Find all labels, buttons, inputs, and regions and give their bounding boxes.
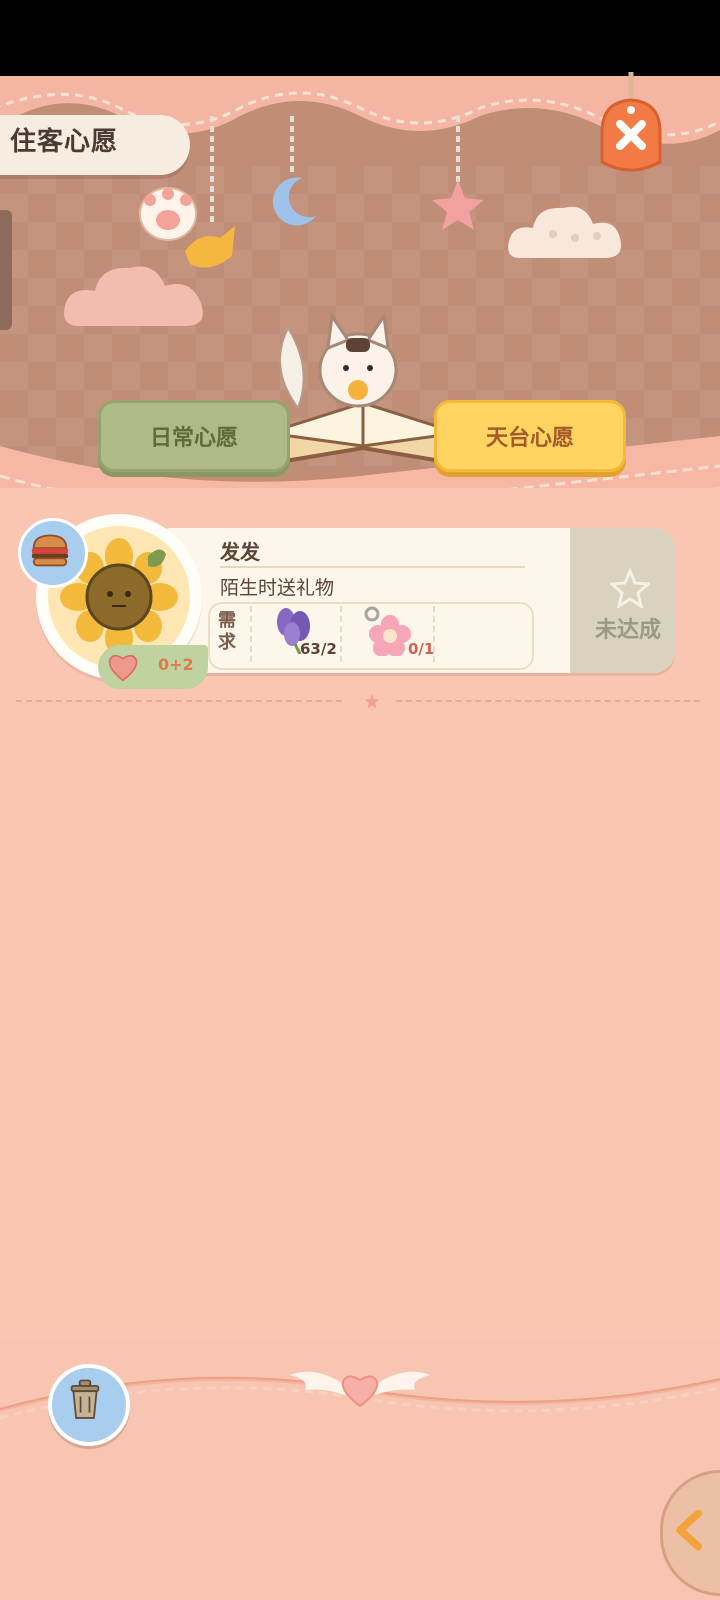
status-label: 未达成 <box>595 618 662 643</box>
heart-icon <box>108 654 138 682</box>
tab-daily-wish[interactable]: 日常心愿 <box>98 400 290 472</box>
wish-description: 陌生时送礼物 <box>220 577 335 599</box>
trash-icon <box>70 1379 100 1419</box>
requirement-label: 需求 <box>218 610 236 653</box>
page-title: 住客心愿 <box>10 127 119 157</box>
paw-decoration <box>139 187 197 241</box>
resident-name: 发发 <box>220 540 260 564</box>
hanging-star <box>432 116 484 230</box>
burger-icon <box>31 534 69 567</box>
divider-star-icon <box>364 693 380 709</box>
side-handle[interactable] <box>0 210 12 330</box>
card-divider <box>220 566 525 568</box>
trash-button[interactable] <box>48 1364 130 1446</box>
list-divider-left <box>16 700 342 702</box>
star-outline-icon <box>610 568 650 608</box>
burger-badge <box>18 518 88 588</box>
close-button[interactable] <box>592 72 670 184</box>
hanging-moon <box>272 116 316 226</box>
requirement-separator <box>340 606 344 662</box>
cloud-right <box>508 206 621 258</box>
flower-keychain-icon <box>364 606 411 656</box>
requirement-separator <box>250 606 254 662</box>
status-panel <box>570 528 675 673</box>
wish-card[interactable]: 未达成 发发 陌生时送礼物 需求 63/2 0/1 <box>150 528 675 673</box>
close-icon <box>600 72 662 172</box>
list-divider-right <box>396 700 700 702</box>
chevron-left-icon <box>676 1509 703 1551</box>
affection-value: 0+2 <box>158 655 194 674</box>
status-bar <box>0 0 720 76</box>
winged-heart-icon <box>290 1371 430 1408</box>
tab-rooftop-wish[interactable]: 天台心愿 <box>434 400 626 472</box>
keychain-progress: 0/1 <box>408 640 435 658</box>
lavender-progress: 63/2 <box>300 640 337 658</box>
